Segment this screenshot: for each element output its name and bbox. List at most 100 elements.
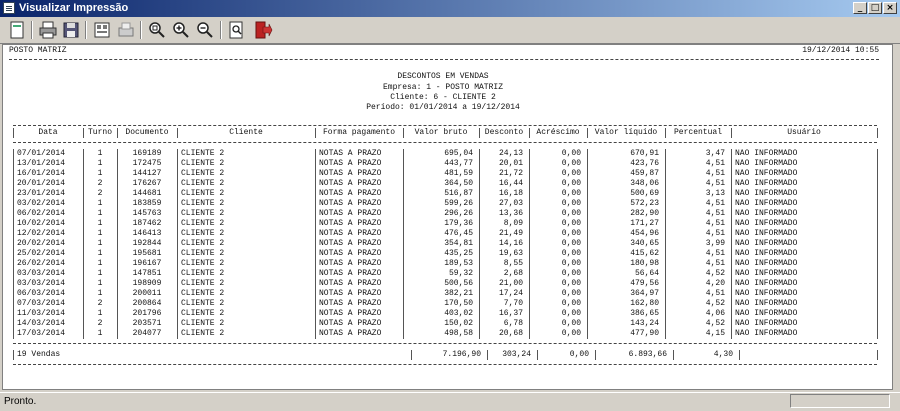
cell-turno: 2 [97,179,103,188]
table-row: 10/02/2014 1 187462 CLIENTE 2 NOTAS A PRAZO 1… [13,219,877,229]
report-datetime: 19/12/2014 10:55 [802,46,879,55]
cell-valor-bruto: 296,26 [444,209,473,218]
cell-desconto: 16,44 [498,179,523,188]
cell-usuario: NÃO INFORMADO [735,149,798,158]
cell-turno: 1 [97,219,103,228]
cell-usuario: NÃO INFORMADO [735,199,798,208]
cell-data: 06/03/2014 [17,289,66,298]
cell-valor-bruto: 179,36 [444,219,473,228]
title-bar: Visualizar Impressão _ □ × [0,0,900,17]
column-separator [411,350,412,360]
cell-forma-pagamento: NOTAS A PRAZO [319,219,382,228]
cell-data: 03/03/2014 [17,279,66,288]
cell-documento: 169189 [132,149,162,158]
cell-forma-pagamento: NOTAS A PRAZO [319,329,382,338]
cell-turno: 1 [97,229,103,238]
cell-percentual: 4,51 [705,229,725,238]
cell-turno: 2 [97,189,103,198]
preview-icon[interactable] [92,20,112,40]
column-separator [877,128,878,138]
zoom-out-icon[interactable] [195,20,215,40]
vertical-scrollbar[interactable] [893,44,900,390]
cell-usuario: NÃO INFORMADO [735,209,798,218]
cell-usuario: NÃO INFORMADO [735,219,798,228]
cell-cliente: CLIENTE 2 [181,329,225,338]
column-separator [739,350,740,360]
page-setup-icon[interactable] [7,20,27,40]
report-periodo: Período: 01/01/2014 a 19/12/2014 [366,103,520,112]
header-bottom-border [13,142,877,143]
cell-acrescimo: 0,00 [561,229,581,238]
cell-desconto: 2,68 [503,269,523,278]
zoom-in-icon[interactable] [171,20,191,40]
maximize-button[interactable]: □ [868,2,882,14]
search-icon[interactable] [227,20,247,40]
cell-turno: 2 [97,319,103,328]
cell-acrescimo: 0,00 [561,329,581,338]
total-desconto: 303,24 [502,350,531,359]
column-separator [731,128,732,138]
status-bar: Pronto. [0,392,900,411]
cell-usuario: NÃO INFORMADO [735,159,798,168]
cell-desconto: 21,49 [498,229,523,238]
cell-cliente: CLIENTE 2 [181,159,225,168]
cell-desconto: 27,03 [498,199,523,208]
cell-valor-bruto: 364,50 [444,179,473,188]
print-icon[interactable] [38,20,58,40]
cell-data: 06/02/2014 [17,209,66,218]
column-separator [479,128,480,138]
window-title: Visualizar Impressão [19,2,129,14]
cell-valor-liquido: 477,90 [630,329,659,338]
cell-usuario: NÃO INFORMADO [735,319,798,328]
cell-acrescimo: 0,00 [561,299,581,308]
cell-valor-bruto: 382,21 [444,289,473,298]
cell-data: 17/03/2014 [17,329,66,338]
table-row: 03/03/2014 1 198909 CLIENTE 2 NOTAS A PRAZO 5… [13,279,877,289]
cell-percentual: 4,51 [705,159,725,168]
cell-valor-liquido: 348,06 [630,179,659,188]
cell-acrescimo: 0,00 [561,169,581,178]
cell-data: 14/03/2014 [17,319,66,328]
table-row: 12/02/2014 1 146413 CLIENTE 2 NOTAS A PRAZO 4… [13,229,877,239]
cell-desconto: 8,55 [503,259,523,268]
cell-desconto: 16,18 [498,189,523,198]
cell-data: 20/01/2014 [17,179,66,188]
cell-desconto: 21,72 [498,169,523,178]
cell-data: 03/02/2014 [17,199,66,208]
column-separator [117,128,118,138]
cell-valor-bruto: 150,02 [444,319,473,328]
table-bottom-border [13,364,877,365]
col-header-desconto: Desconto [484,128,524,137]
cell-turno: 1 [97,249,103,258]
total-percentual: 4,30 [713,350,733,359]
column-separator [595,350,596,360]
exit-icon[interactable] [253,20,273,40]
minimize-button[interactable]: _ [853,2,867,14]
cell-acrescimo: 0,00 [561,159,581,168]
cell-cliente: CLIENTE 2 [181,219,225,228]
column-separator [479,149,480,339]
table-header: Data Turno Documento Cliente Forma pagam… [13,128,877,138]
cell-documento: 201796 [132,309,162,318]
column-separator [877,149,878,339]
cell-percentual: 4,06 [705,309,725,318]
cell-forma-pagamento: NOTAS A PRAZO [319,149,382,158]
cell-percentual: 3,47 [705,149,725,158]
cell-valor-bruto: 599,26 [444,199,473,208]
print-to-printer-icon[interactable] [116,20,136,40]
cell-turno: 1 [97,209,103,218]
cell-desconto: 6,78 [503,319,523,328]
cell-turno: 1 [97,279,103,288]
cell-valor-liquido: 340,65 [630,239,659,248]
cell-usuario: NÃO INFORMADO [735,179,798,188]
column-separator [403,128,404,138]
cell-forma-pagamento: NOTAS A PRAZO [319,209,382,218]
close-button[interactable]: × [883,2,897,14]
column-separator [83,149,84,339]
cell-data: 11/03/2014 [17,309,66,318]
zoom-page-icon[interactable] [147,20,167,40]
report-viewport[interactable]: POSTO MATRIZ 19/12/2014 10:55 DESCONTOS … [2,44,893,390]
cell-turno: 1 [97,309,103,318]
save-icon[interactable] [61,20,81,40]
data-table: 07/01/2014 1 169189 CLIENTE 2 NOTAS A PRAZO 6… [13,149,877,339]
